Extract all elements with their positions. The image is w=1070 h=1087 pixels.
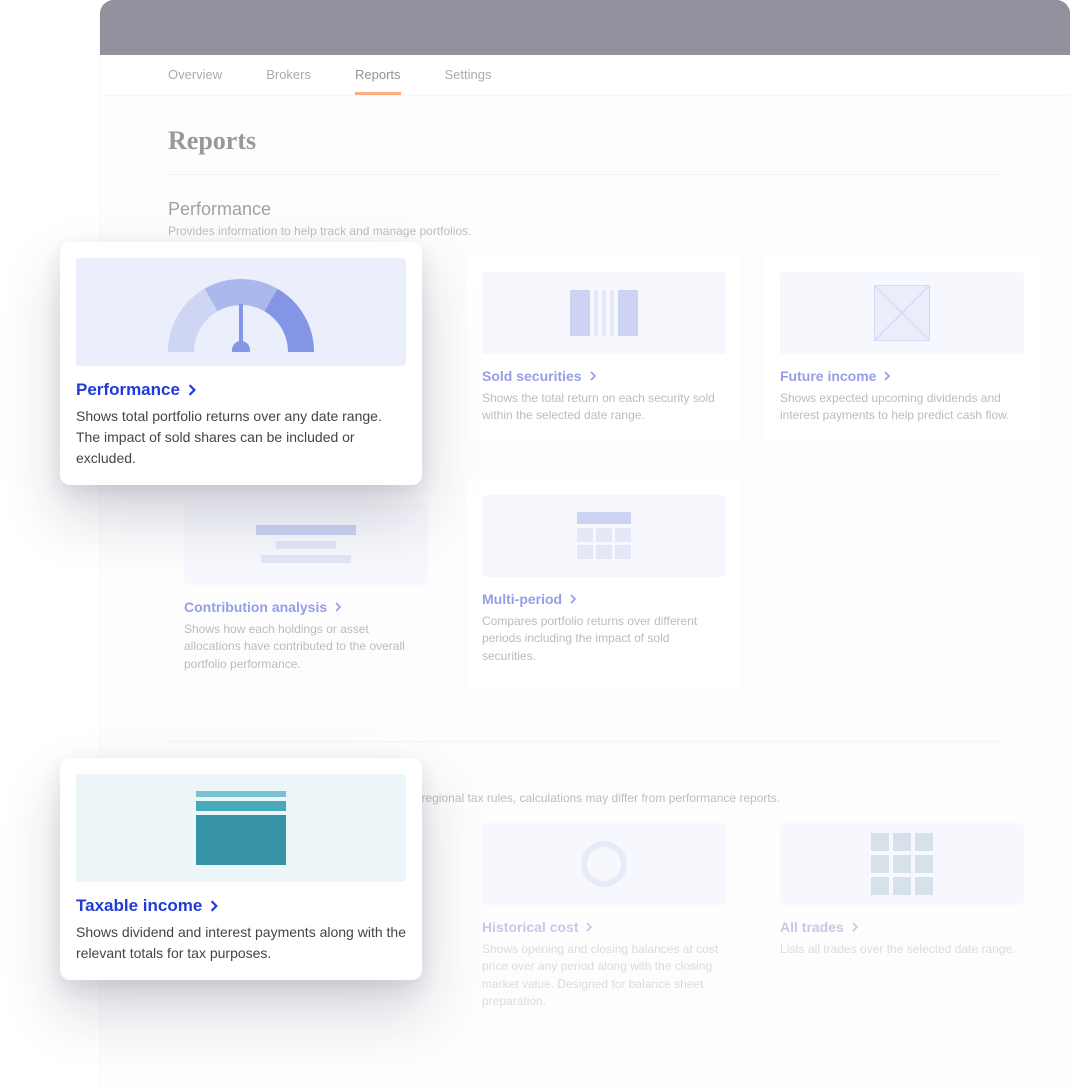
chevron-right-icon xyxy=(568,594,578,604)
card-multi-period[interactable]: Multi-period Compares portfolio returns … xyxy=(466,479,742,689)
popout-title: Performance xyxy=(76,380,180,400)
tab-overview[interactable]: Overview xyxy=(168,55,222,95)
card-title: Future income xyxy=(780,368,876,384)
card-desc: Compares portfolio returns over differen… xyxy=(482,613,726,665)
card-sold-securities[interactable]: Sold securities Shows the total return o… xyxy=(466,256,742,441)
chevron-right-icon xyxy=(584,922,594,932)
nav-tabs: Overview Brokers Reports Settings xyxy=(100,55,1070,96)
card-title: Sold securities xyxy=(482,368,582,384)
card-all-trades[interactable]: All trades Lists all trades over the sel… xyxy=(764,823,1040,1027)
thumb-performance-gauge xyxy=(76,258,406,366)
document-stack-icon xyxy=(196,791,286,865)
tab-brokers[interactable]: Brokers xyxy=(266,55,311,95)
card-contribution-analysis[interactable]: Contribution analysis Shows how each hol… xyxy=(168,503,444,689)
chevron-right-icon xyxy=(850,922,860,932)
card-title: Multi-period xyxy=(482,591,562,607)
card-future-income[interactable]: Future income Shows expected upcoming di… xyxy=(764,256,1040,441)
tab-settings[interactable]: Settings xyxy=(445,55,492,95)
card-spacer xyxy=(764,463,1040,689)
card-desc: Shows the total return on each security … xyxy=(482,390,726,425)
thumb-contribution xyxy=(184,503,428,585)
card-desc: Lists all trades over the selected date … xyxy=(780,941,1024,958)
thumb-all-trades xyxy=(780,823,1024,905)
thumb-multi-period xyxy=(482,495,726,577)
popout-desc: Shows total portfolio returns over any d… xyxy=(76,406,406,469)
popout-performance[interactable]: Performance Shows total portfolio return… xyxy=(60,242,422,485)
card-title: All trades xyxy=(780,919,844,935)
chevron-right-icon xyxy=(333,602,343,612)
gauge-icon xyxy=(161,272,321,352)
thumb-future-income xyxy=(780,272,1024,354)
card-desc: Shows how each holdings or asset allocat… xyxy=(184,621,428,673)
section-performance-title: Performance xyxy=(168,199,1002,220)
thumb-historical-cost xyxy=(482,823,726,905)
card-title: Contribution analysis xyxy=(184,599,327,615)
card-title: Historical cost xyxy=(482,919,578,935)
card-historical-cost[interactable]: Historical cost Shows opening and closin… xyxy=(466,823,742,1027)
chevron-right-icon xyxy=(208,900,220,912)
chevron-right-icon xyxy=(186,384,198,396)
card-desc: Shows expected upcoming dividends and in… xyxy=(780,390,1024,425)
popout-taxable-income[interactable]: Taxable income Shows dividend and intere… xyxy=(60,758,422,980)
popout-title: Taxable income xyxy=(76,896,202,916)
thumb-sold-securities xyxy=(482,272,726,354)
tab-reports[interactable]: Reports xyxy=(355,55,401,95)
chevron-right-icon xyxy=(882,371,892,381)
popout-desc: Shows dividend and interest payments alo… xyxy=(76,922,406,964)
section-performance-desc: Provides information to help track and m… xyxy=(168,224,1002,238)
chevron-right-icon xyxy=(588,371,598,381)
thumb-taxable-income xyxy=(76,774,406,882)
topbar xyxy=(100,0,1070,55)
page-title: Reports xyxy=(168,126,1002,175)
card-desc: Shows opening and closing balances at co… xyxy=(482,941,726,1011)
